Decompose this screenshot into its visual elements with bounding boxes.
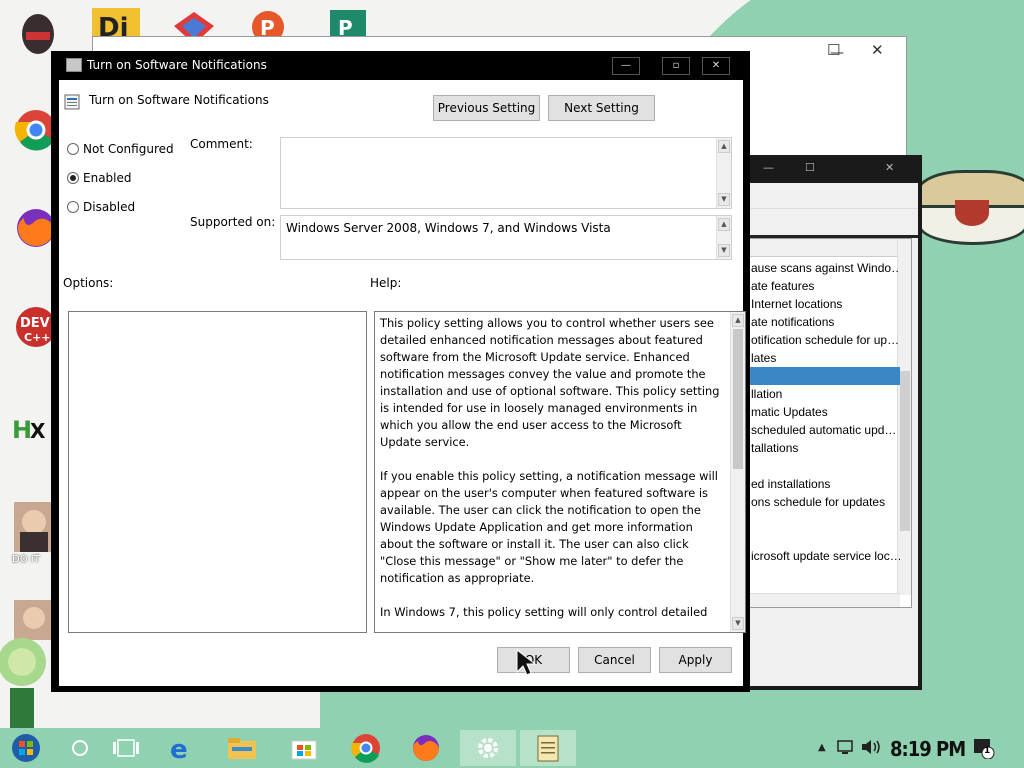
help-text: This policy setting allows you to contro… (380, 315, 725, 632)
policy-list-row[interactable]: llation (750, 385, 900, 403)
radio-disabled-label[interactable]: Disabled (83, 200, 135, 214)
task-view-icon[interactable] (98, 730, 154, 766)
policy-list-row[interactable]: matic Updates (750, 403, 900, 421)
policy-list-vthumb[interactable] (900, 371, 910, 531)
radio-enabled-label[interactable]: Enabled (83, 171, 132, 185)
supported-on-value: Windows Server 2008, Windows 7, and Wind… (286, 221, 611, 235)
setting-header-title: Turn on Software Notifications (89, 93, 269, 107)
volume-icon[interactable] (860, 738, 882, 759)
supported-on-label: Supported on: (190, 215, 276, 229)
svg-text:X: X (30, 419, 46, 443)
desktop-icon-label: DO IT (12, 554, 40, 565)
taskbar: e ▲ 1 (0, 728, 1024, 768)
taskbar-clock[interactable]: 8:19 PM (890, 737, 966, 761)
wallpaper-pupil (955, 200, 989, 226)
policy-list-row[interactable]: Internet locations (750, 295, 900, 313)
help-label: Help: (370, 276, 402, 290)
dialog-client: Turn on Software Notifications Previous … (59, 80, 746, 686)
policy-list-row[interactable]: ate features (750, 277, 900, 295)
gp-maximize-icon[interactable]: ☐ (805, 161, 815, 174)
chrome-taskbar-icon[interactable] (338, 730, 394, 766)
options-label: Options: (63, 276, 114, 290)
comment-scroll-down-icon[interactable]: ▼ (718, 193, 730, 206)
help-paragraph: In Windows 7, this policy setting will o… (380, 605, 708, 619)
dialog-title: Turn on Software Notifications (87, 58, 267, 72)
options-panel (68, 311, 367, 633)
radio-not-configured[interactable] (67, 143, 79, 155)
policy-list-row[interactable] (750, 511, 900, 529)
radio-enabled[interactable] (67, 172, 79, 184)
previous-setting-button[interactable]: Previous Setting (433, 95, 540, 121)
show-hidden-icons-icon[interactable]: ▲ (818, 742, 826, 753)
help-scroll-up-icon[interactable]: ▲ (732, 314, 744, 327)
help-panel[interactable]: This policy setting allows you to contro… (374, 311, 746, 633)
gp-toolbar (749, 183, 918, 209)
policy-list-row[interactable]: otification schedule for up… (750, 331, 900, 349)
policy-list-header[interactable] (750, 239, 900, 257)
comment-scroll-up-icon[interactable]: ▲ (718, 140, 730, 153)
policy-list-row[interactable]: lates (750, 349, 900, 367)
gp-close-icon[interactable]: ✕ (885, 161, 894, 174)
mouse-cursor-icon (516, 648, 537, 676)
supported-scroll-up-icon[interactable]: ▲ (718, 218, 730, 231)
policy-list-row[interactable]: ons schedule for updates (750, 493, 900, 511)
supported-scroll-down-icon[interactable]: ▼ (718, 244, 730, 257)
gp-minimize-icon[interactable]: — (763, 161, 774, 174)
policy-list-row[interactable] (750, 457, 900, 475)
next-setting-button[interactable]: Next Setting (548, 95, 655, 121)
help-paragraph: This policy setting allows you to contro… (380, 316, 720, 449)
radio-disabled[interactable] (67, 201, 79, 213)
comment-scrollbar[interactable]: ▲ ▼ (716, 138, 731, 208)
maximize-icon[interactable]: ▫ (662, 57, 690, 75)
minimize-icon[interactable]: — (612, 57, 640, 75)
comment-field[interactable]: ▲ ▼ (280, 137, 732, 209)
file-explorer-icon[interactable] (214, 730, 270, 766)
close-icon[interactable]: ✕ (702, 57, 730, 75)
cancel-button[interactable]: Cancel (578, 647, 651, 673)
network-icon[interactable] (836, 738, 856, 759)
notification-count: 1 (984, 746, 991, 756)
bg-close-icon[interactable]: ✕ (871, 41, 884, 59)
svg-text:e: e (170, 735, 188, 762)
policy-list-hscrollbar[interactable] (750, 593, 900, 607)
help-scroll-down-icon[interactable]: ▼ (732, 617, 744, 630)
notepad-taskbar-icon[interactable] (520, 730, 576, 766)
svg-text:DEV: DEV (20, 316, 50, 331)
hex-editor-icon[interactable]: HX (12, 410, 56, 454)
peridot-sticker (0, 632, 52, 728)
comment-label: Comment: (190, 137, 253, 151)
radio-not-configured-label[interactable]: Not Configured (83, 142, 174, 156)
dialog-titlebar[interactable]: Turn on Software Notifications — ▫ ✕ (51, 51, 750, 79)
policy-list-row[interactable]: icrosoft update service loc… (750, 547, 900, 565)
svg-text:C++: C++ (24, 331, 51, 344)
start-button[interactable] (0, 730, 52, 766)
policy-list: ause scans against Windo… ate features Int… (749, 238, 912, 608)
wallpaper-body (320, 690, 1020, 728)
firefox-taskbar-icon[interactable] (398, 730, 454, 766)
group-policy-editor-window: — ☐ ✕ ause scans against Windo… ate featu… (745, 155, 922, 690)
policy-list-row[interactable] (750, 529, 900, 547)
helmet-app-icon[interactable] (16, 10, 60, 54)
help-paragraph: If you enable this policy setting, a not… (380, 469, 718, 585)
policy-list-row[interactable]: scheduled automatic upd… (750, 421, 900, 439)
help-scroll-thumb[interactable] (733, 329, 743, 469)
bg-maximize-box-icon[interactable]: ☐ (827, 41, 840, 59)
policy-list-row[interactable]: ause scans against Windo… (750, 259, 900, 277)
policy-list-row[interactable]: ed installations (750, 475, 900, 493)
apply-button[interactable]: Apply (659, 647, 732, 673)
policy-setting-icon (64, 94, 80, 110)
edge-icon[interactable]: e (154, 730, 210, 766)
action-center-icon[interactable]: 1 (972, 737, 996, 762)
policy-list-row[interactable]: ate notifications (750, 313, 900, 331)
store-icon[interactable] (276, 730, 332, 766)
policy-list-row[interactable] (750, 367, 900, 385)
policy-title-icon (66, 58, 82, 72)
supported-scrollbar[interactable]: ▲ ▼ (716, 216, 731, 259)
supported-on-field[interactable]: Windows Server 2008, Windows 7, and Wind… (280, 215, 732, 260)
settings-taskbar-icon[interactable] (460, 730, 516, 766)
policy-list-row[interactable]: tallations (750, 439, 900, 457)
help-scrollbar[interactable]: ▲ ▼ (730, 312, 745, 632)
policy-setting-dialog: Turn on Software Notifications — ▫ ✕ Tur… (51, 51, 750, 692)
